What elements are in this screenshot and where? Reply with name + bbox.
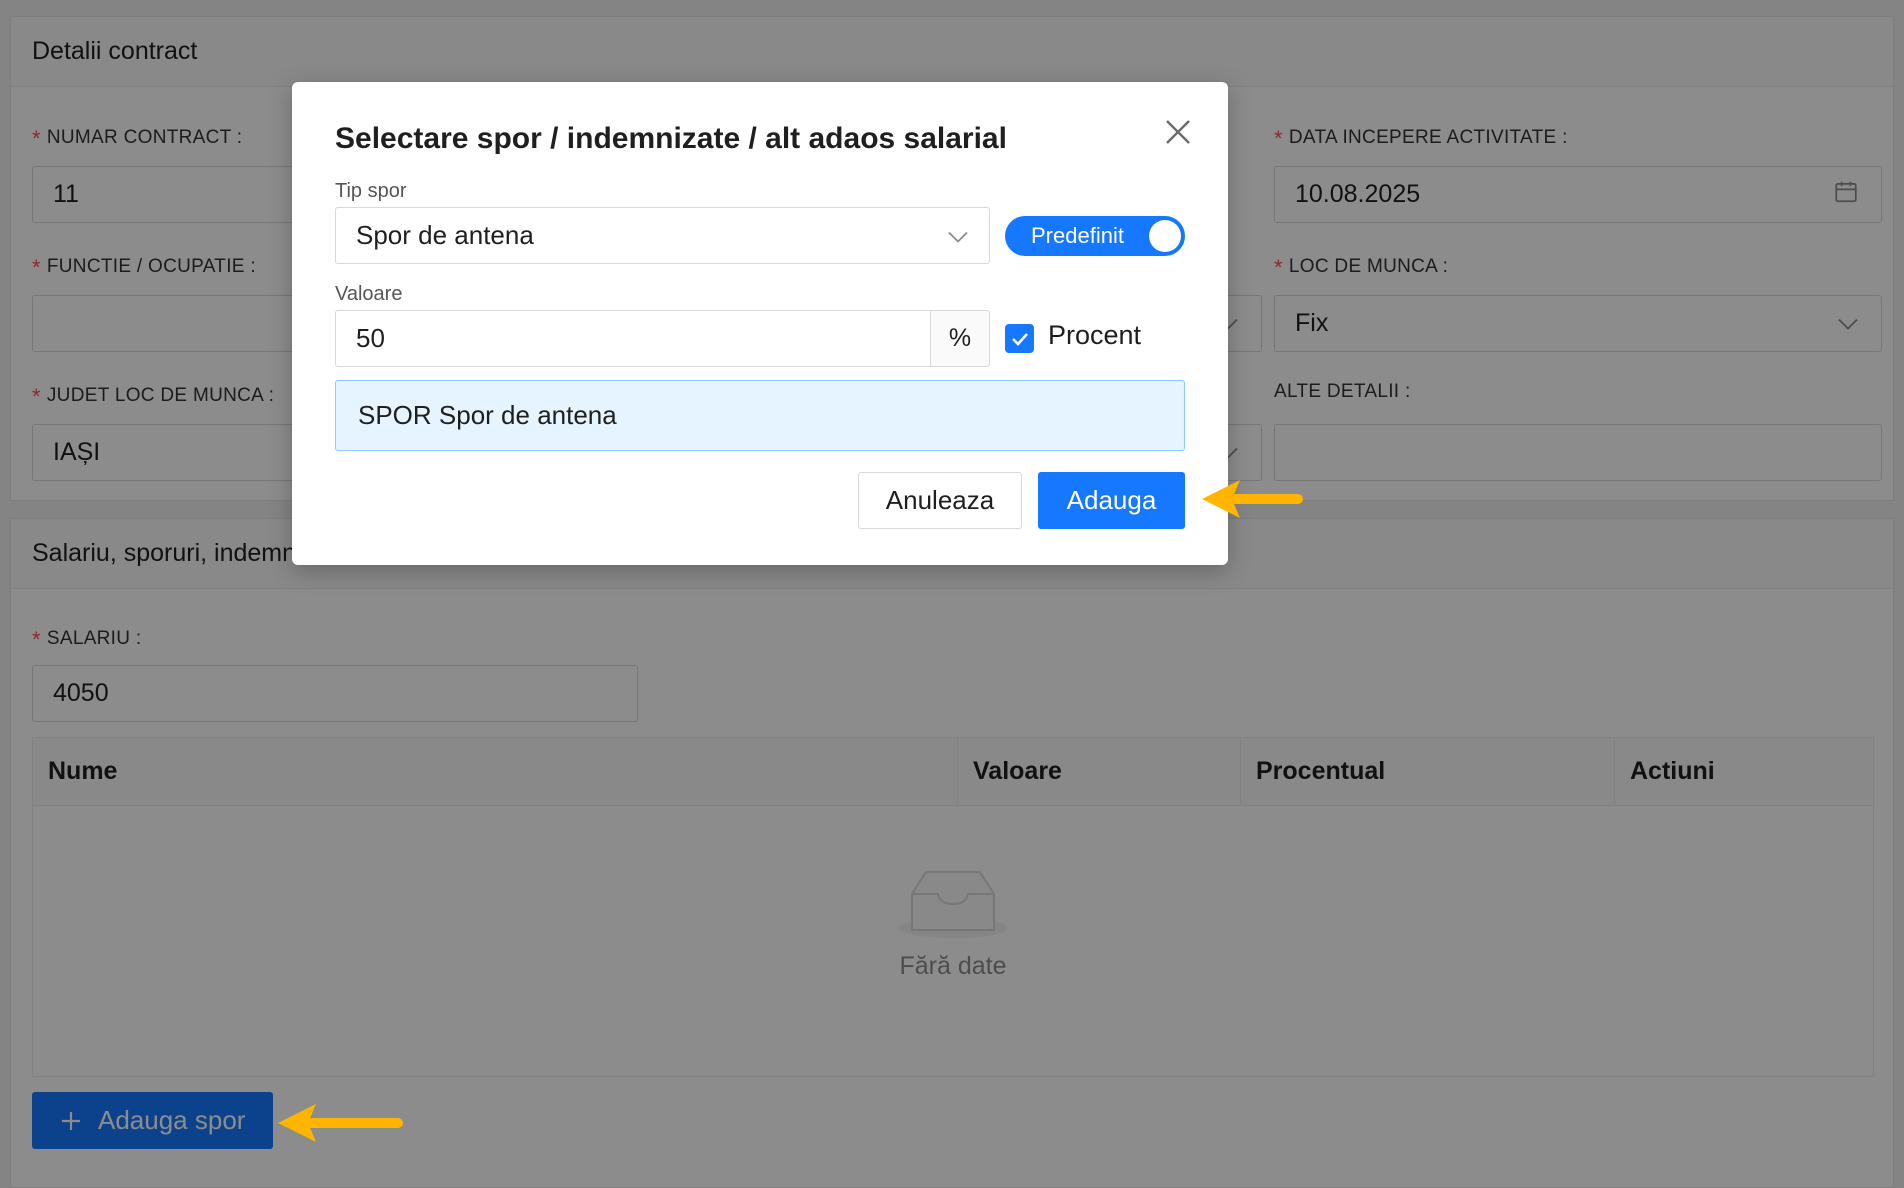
tip-spor-label: Tip spor	[335, 180, 407, 202]
valoare-input[interactable]: 50	[335, 310, 931, 367]
valoare-label: Valoare	[335, 283, 403, 305]
chevron-down-icon	[947, 220, 969, 251]
spor-preview: SPOR Spor de antena	[335, 380, 1185, 451]
tip-spor-value: Spor de antena	[356, 220, 534, 250]
tip-spor-select[interactable]: Spor de antena	[335, 207, 990, 264]
select-spor-modal: Selectare spor / indemnizate / alt adaos…	[292, 82, 1228, 565]
valoare-value: 50	[356, 323, 385, 353]
annotation-arrow-add-spor	[278, 1104, 403, 1142]
predefinit-label: Predefinit	[1031, 223, 1124, 248]
toggle-knob	[1149, 220, 1181, 252]
predefinit-toggle[interactable]: Predefinit	[1005, 216, 1185, 256]
procent-checkbox[interactable]	[1005, 324, 1034, 353]
modal-title: Selectare spor / indemnizate / alt adaos…	[335, 122, 1007, 155]
cancel-button[interactable]: Anuleaza	[858, 472, 1022, 529]
add-button[interactable]: Adauga	[1038, 472, 1185, 529]
annotation-arrow-adauga	[1202, 480, 1303, 518]
check-icon	[1011, 332, 1028, 346]
close-icon[interactable]	[1162, 116, 1194, 148]
procent-label[interactable]: Procent	[1048, 320, 1141, 351]
percent-addon: %	[930, 310, 990, 367]
